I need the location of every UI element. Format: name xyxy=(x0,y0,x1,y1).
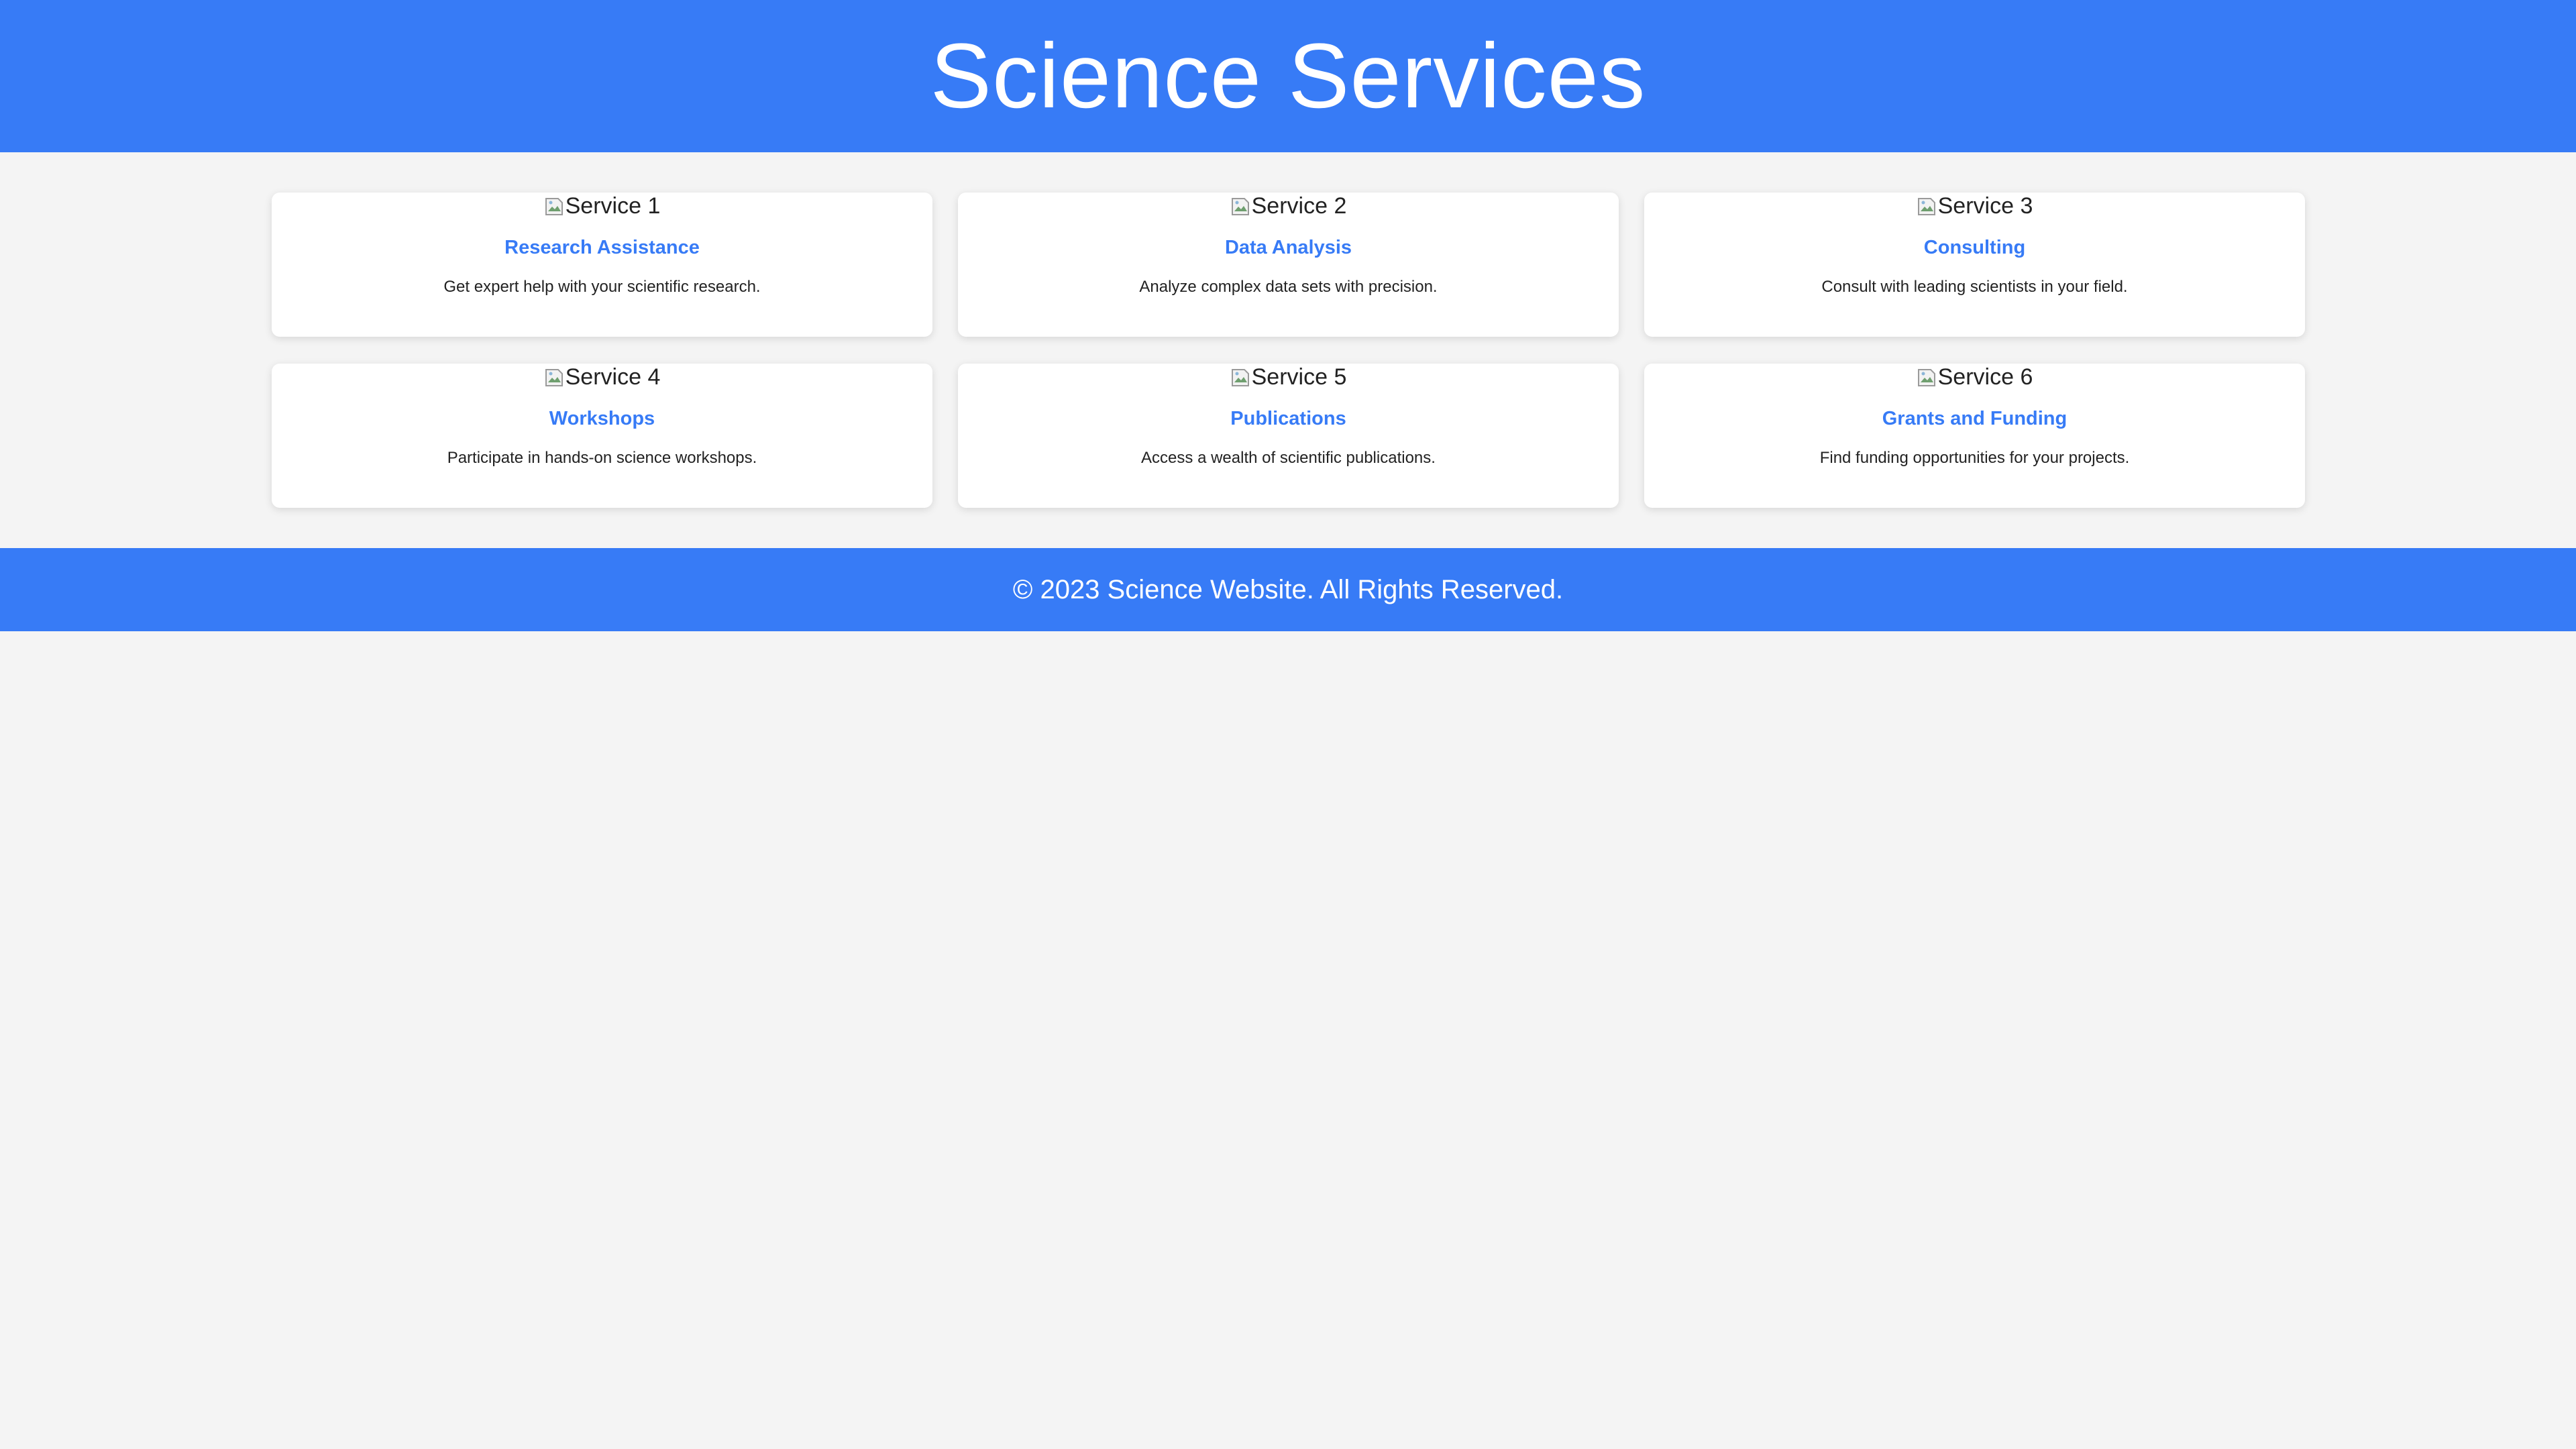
services-grid: Service 1 Research Assistance Get expert… xyxy=(272,193,2305,508)
service-title: Publications xyxy=(1230,408,1346,429)
service-image: Service 4 xyxy=(544,364,661,390)
service-card-grants-and-funding: Service 6 Grants and Funding Find fundin… xyxy=(1644,364,2305,508)
service-title: Consulting xyxy=(1923,237,2026,258)
site-header: Science Services xyxy=(0,0,2576,152)
service-card-consulting: Service 3 Consulting Consult with leadin… xyxy=(1644,193,2305,337)
service-image: Service 2 xyxy=(1230,193,1347,219)
broken-image-icon xyxy=(544,366,564,388)
service-image-alt-text: Service 4 xyxy=(565,364,661,390)
service-image-alt-text: Service 3 xyxy=(1937,193,2033,219)
service-description: Analyze complex data sets with precision… xyxy=(1139,277,1438,296)
service-card-publications: Service 5 Publications Access a wealth o… xyxy=(958,364,1619,508)
service-card-workshops: Service 4 Workshops Participate in hands… xyxy=(272,364,932,508)
service-description: Access a wealth of scientific publicatio… xyxy=(1141,448,1436,467)
site-footer: © 2023 Science Website. All Rights Reser… xyxy=(0,548,2576,631)
service-title: Grants and Funding xyxy=(1882,408,2068,429)
service-image-alt-text: Service 6 xyxy=(1937,364,2033,390)
service-image: Service 5 xyxy=(1230,364,1347,390)
service-image: Service 1 xyxy=(544,193,661,219)
service-image-alt-text: Service 1 xyxy=(565,193,661,219)
service-description: Participate in hands-on science workshop… xyxy=(447,448,757,467)
service-image-alt-text: Service 2 xyxy=(1251,193,1347,219)
service-image: Service 3 xyxy=(1917,193,2033,219)
service-image: Service 6 xyxy=(1917,364,2033,390)
service-description: Find funding opportunities for your proj… xyxy=(1819,448,2130,467)
service-description: Get expert help with your scientific res… xyxy=(443,277,761,296)
service-card-research-assistance: Service 1 Research Assistance Get expert… xyxy=(272,193,932,337)
broken-image-icon xyxy=(1230,195,1250,217)
broken-image-icon xyxy=(1917,195,1937,217)
footer-copyright: © 2023 Science Website. All Rights Reser… xyxy=(1012,574,1564,604)
service-card-data-analysis: Service 2 Data Analysis Analyze complex … xyxy=(958,193,1619,337)
service-title: Data Analysis xyxy=(1224,237,1352,258)
broken-image-icon xyxy=(1230,366,1250,388)
page-title: Science Services xyxy=(930,25,1646,127)
broken-image-icon xyxy=(544,195,564,217)
service-title: Workshops xyxy=(549,408,655,429)
service-image-alt-text: Service 5 xyxy=(1251,364,1347,390)
broken-image-icon xyxy=(1917,366,1937,388)
service-title: Research Assistance xyxy=(504,237,700,258)
service-description: Consult with leading scientists in your … xyxy=(1821,277,2128,296)
